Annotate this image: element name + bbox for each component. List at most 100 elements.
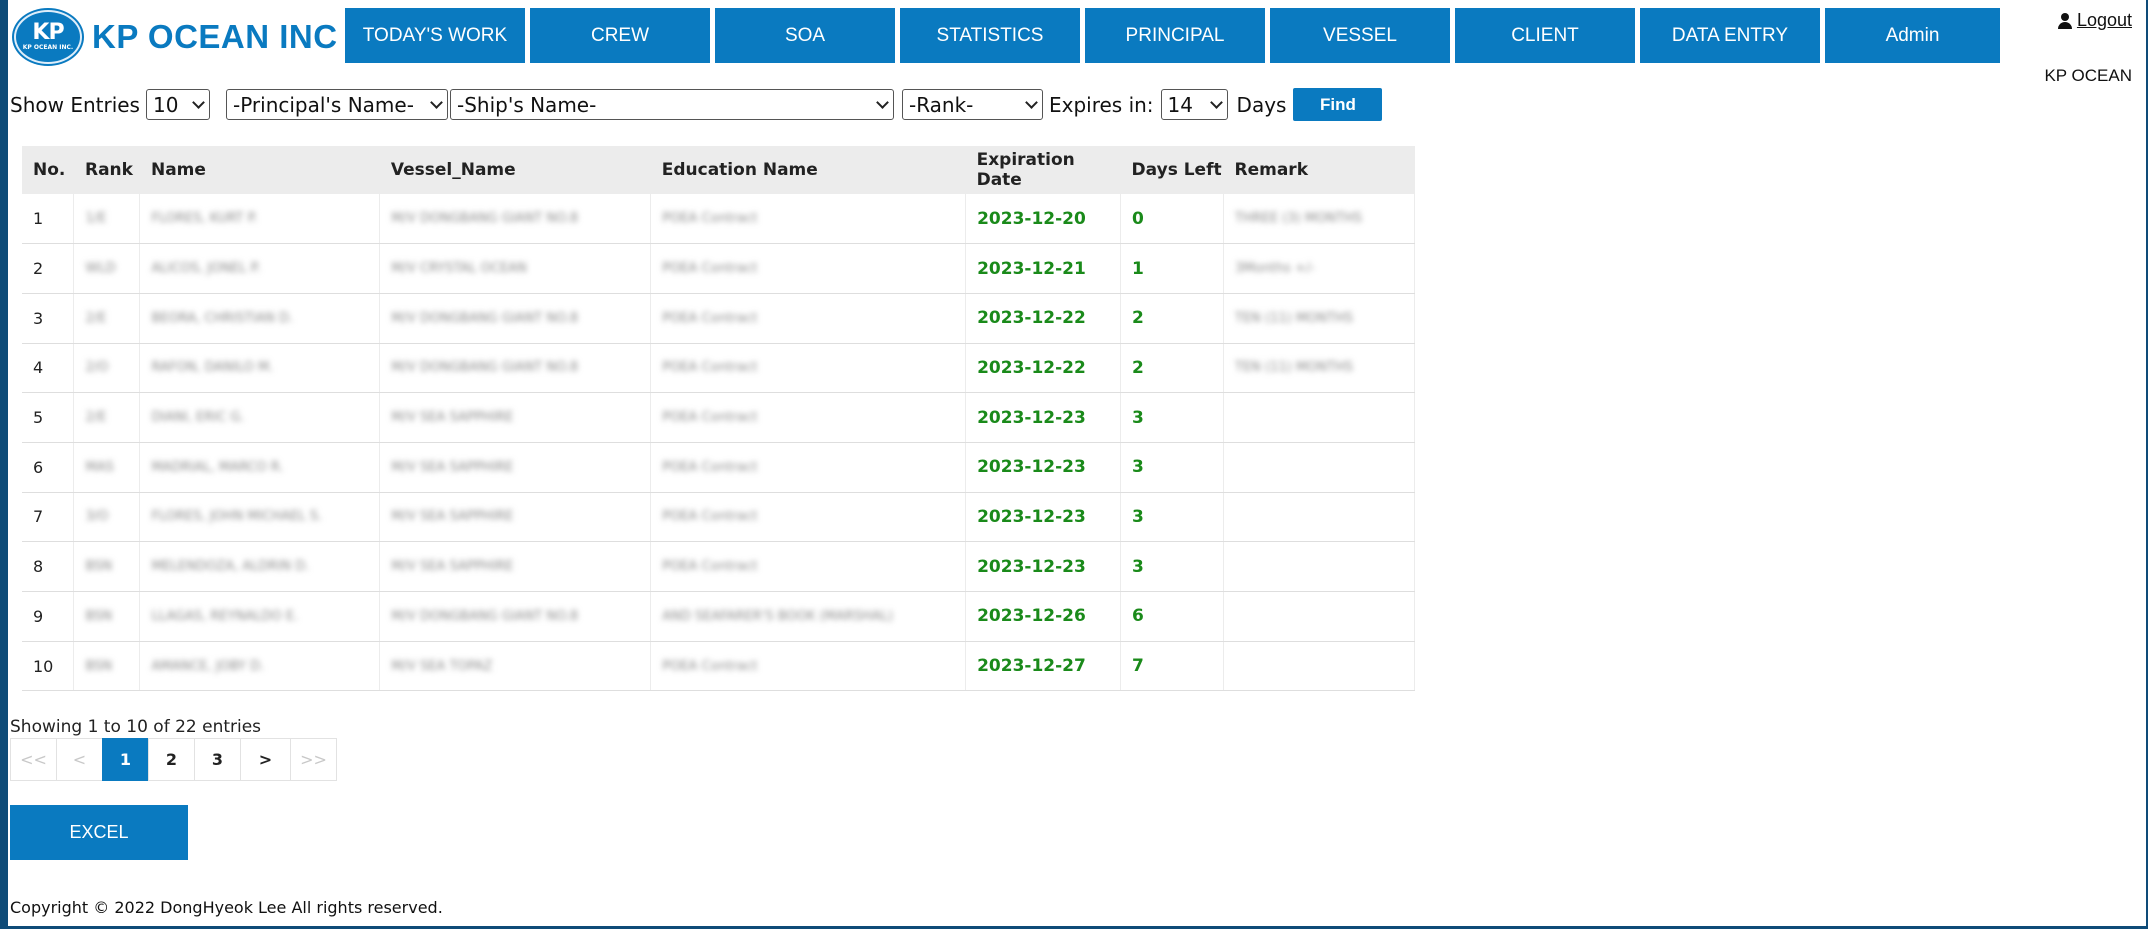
nav-principal[interactable]: PRINCIPAL [1085,8,1265,63]
nav-admin[interactable]: Admin [1825,8,2000,63]
col-expiration-date[interactable]: Expiration Date [965,146,1121,194]
cell-rank: 2/E [73,392,141,443]
pagination: << < 1 2 3 > >> [10,738,337,781]
col-rank[interactable]: Rank [73,146,140,194]
entries-select[interactable]: 10 [145,89,210,120]
excel-export-button[interactable]: EXCEL [10,805,188,860]
cell-expiration-date: 2023-12-23 [965,541,1122,592]
cell-remark [1223,492,1415,543]
expires-label: Expires in: [1048,92,1154,117]
cell-vessel: M/V DONGBANG GIANT NO.8 [379,343,652,394]
nav-data-entry[interactable]: DATA ENTRY [1640,8,1820,63]
table-row[interactable]: 6 MAS MADRIAL, MARCO R. M/V SEA SAPPHIRE POE… [22,442,1415,493]
cell-vessel: M/V SEA SAPPHIRE [379,392,652,443]
nav-statistics[interactable]: STATISTICS [900,8,1080,63]
cell-expiration-date: 2023-12-21 [965,243,1122,294]
col-remark[interactable]: Remark [1223,146,1415,194]
col-vessel-name[interactable]: Vessel_Name [379,146,651,194]
cell-no: 2 [22,243,75,294]
cell-expiration-date: 2023-12-23 [965,492,1122,543]
nav-soa[interactable]: SOA [715,8,895,63]
cell-vessel: M/V SEA SAPPHIRE [379,541,652,592]
cell-name: BEORA, CHRISTIAN D. [139,293,381,344]
page-1[interactable]: 1 [102,738,149,781]
logout-link[interactable]: Logout [2057,10,2132,31]
cell-vessel: M/V DONGBANG GIANT NO.8 [379,591,652,642]
col-education-name[interactable]: Education Name [650,146,966,194]
nav-todays-work[interactable]: TODAY'S WORK [345,8,525,63]
find-button[interactable]: Find [1293,88,1383,121]
col-name[interactable]: Name [139,146,380,194]
cell-no: 3 [22,293,75,344]
page-prev[interactable]: < [56,738,103,781]
page-3[interactable]: 3 [194,738,241,781]
nav-crew[interactable]: CREW [530,8,710,63]
chevron-down-icon [876,95,889,109]
table-row[interactable]: 5 2/E DIANI, ERIC G. M/V SEA SAPPHIRE POEA C… [22,392,1415,443]
cell-remark [1223,442,1415,493]
cell-name: DIANI, ERIC G. [139,392,381,443]
cell-rank: 3/O [73,492,141,543]
table-header-row: No. Rank Name Vessel_Name Education Name… [22,146,1415,194]
cell-expiration-date: 2023-12-26 [965,591,1122,642]
rank-select[interactable]: -Rank- [901,89,1043,120]
cell-expiration-date: 2023-12-27 [965,641,1122,692]
cell-name: RAFON, DANILO M. [139,343,381,394]
days-label: Days [1236,92,1287,117]
table-row[interactable]: 7 3/O FLORES, JOHN MICHAEL S. M/V SEA SAPPH… [22,492,1415,543]
cell-expiration-date: 2023-12-23 [965,442,1122,493]
logo-mark: KP [32,20,64,45]
cell-education: POEA Contract [650,243,967,294]
page-2[interactable]: 2 [148,738,195,781]
chevron-down-icon [1209,95,1223,109]
cell-days-left: 3 [1120,492,1224,543]
expires-select[interactable]: 14 [1160,89,1228,120]
kp-logo-icon: KP KP OCEAN INC. [14,10,82,64]
cell-name: AMANCE, JOBY D. [139,641,381,692]
show-entries-label: Show Entries [10,92,140,117]
cell-days-left: 6 [1120,591,1224,642]
cell-rank: MAS [73,442,141,493]
cell-name: LLAGAS, REYNALDO E. [139,591,381,642]
table-row[interactable]: 4 2/O RAFON, DANILO M. M/V DONGBANG GIANT N… [22,343,1415,394]
cell-education: POEA Contract [650,541,967,592]
page-first[interactable]: << [10,738,57,781]
cell-education: AND SEAFARER'S BOOK (MARSHAL) [650,591,967,642]
cell-rank: 1/E [73,194,141,245]
main-nav: TODAY'S WORK CREW SOA STATISTICS PRINCIP… [345,8,2000,63]
principal-select[interactable]: -Principal's Name- [225,89,448,120]
table-row[interactable]: 2 WLD ALICOS, JONEL P. M/V CRYSTAL OCEAN POE… [22,243,1415,294]
cell-remark [1223,541,1415,592]
cell-name: MELENDOZA, ALDRIN D. [139,541,381,592]
cell-vessel: M/V SEA SAPPHIRE [379,492,652,543]
nav-client[interactable]: CLIENT [1455,8,1635,63]
cell-days-left: 1 [1120,243,1224,294]
page-next[interactable]: > [240,738,291,781]
cell-vessel: M/V DONGBANG GIANT NO.8 [379,194,652,245]
rank-value: -Rank- [908,92,974,117]
page-last[interactable]: >> [290,738,337,781]
cell-remark: 3Months +/- [1223,243,1415,294]
ship-value: -Ship's Name- [456,92,597,117]
cell-education: POEA Contract [650,293,967,344]
cell-remark: THREE (3) MONTHS [1223,194,1415,245]
col-days-left[interactable]: Days Left [1120,146,1224,194]
cell-no: 9 [22,591,75,642]
ship-select[interactable]: -Ship's Name- [449,89,894,120]
cell-name: MADRIAL, MARCO R. [139,442,381,493]
filter-bar: Show Entries 10 -Principal's Name- -Ship… [10,88,1383,121]
col-no[interactable]: No. [22,146,74,194]
brand-logo[interactable]: KP KP OCEAN INC. KP OCEAN INC [14,8,338,66]
cell-no: 4 [22,343,75,394]
cell-no: 5 [22,392,75,443]
table-row[interactable]: 1 1/E FLORES, KURT P. M/V DONGBANG GIANT NO… [22,194,1415,245]
cell-remark [1223,591,1415,642]
table-row[interactable]: 10 BSN AMANCE, JOBY D. M/V SEA TOPAZ POEA Co… [22,641,1415,692]
table-row[interactable]: 8 BSN MELENDOZA, ALDRIN D. M/V SEA SAPPHIRE… [22,541,1415,592]
table-row[interactable]: 3 2/E BEORA, CHRISTIAN D. M/V DONGBANG GIAN… [22,293,1415,344]
cell-rank: BSN [73,641,141,692]
cell-expiration-date: 2023-12-22 [965,293,1122,344]
table-row[interactable]: 9 BSN LLAGAS, REYNALDO E. M/V DONGBANG GIAN… [22,591,1415,642]
cell-education: POEA Contract [650,392,967,443]
nav-vessel[interactable]: VESSEL [1270,8,1450,63]
